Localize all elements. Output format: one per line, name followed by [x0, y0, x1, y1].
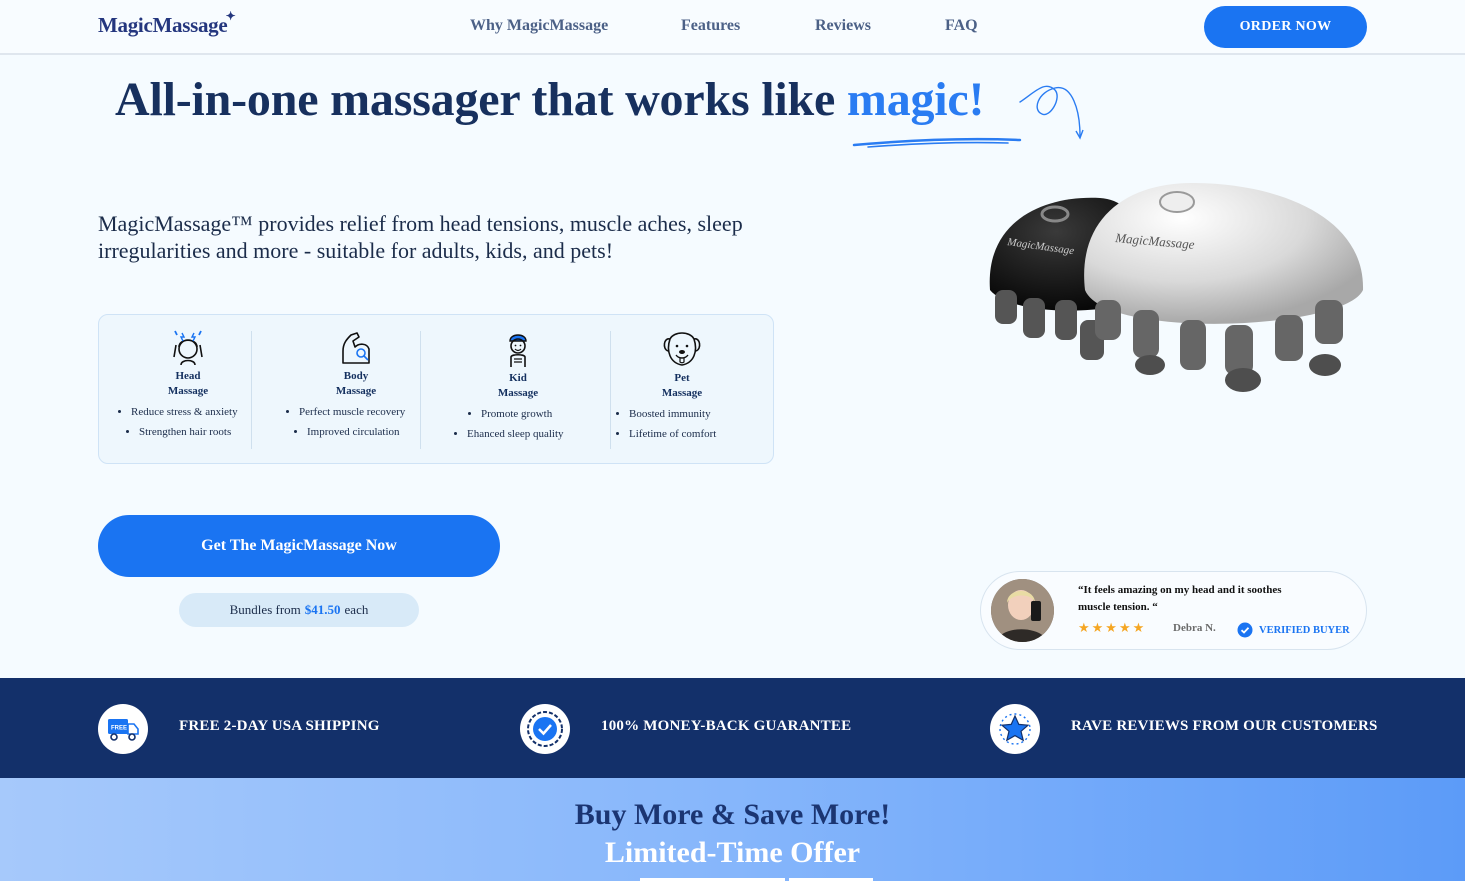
nav-why-magicmassage[interactable]: Why MagicMassage — [470, 17, 608, 35]
review-quote: “It feels amazing on my head and it soot… — [1078, 584, 1282, 613]
get-magicmassage-button[interactable]: Get The MagicMassage Now — [98, 515, 500, 577]
rating-stars-icon: ★★★★★ — [1078, 620, 1147, 635]
benefit-list: Reduce stress & anxiety Strengthen hair … — [113, 402, 263, 442]
massage-type-name: Kid Massage — [497, 372, 539, 399]
trust-text-guarantee: 100% MONEY-BACK GUARANTEE — [601, 718, 852, 734]
bundle-prefix: Bundles from — [229, 602, 301, 617]
massage-type-name: Body Massage — [335, 370, 377, 397]
verified-check-icon — [1237, 622, 1253, 638]
massage-type-name: Head Massage — [167, 370, 209, 397]
benefit-item: Promote growth — [481, 404, 593, 424]
trust-text-shipping: FREE 2-DAY USA SHIPPING — [179, 718, 380, 734]
reviewer-name: Debra N. — [1173, 622, 1216, 634]
benefit-item: Strengthen hair roots — [139, 422, 263, 442]
benefit-item: Perfect muscle recovery — [299, 402, 431, 422]
offer-heading: Buy More & Save More! — [574, 798, 891, 831]
dog-icon — [663, 332, 701, 366]
offer-subheading: Limited-Time Offer — [604, 836, 861, 869]
star-icon — [999, 713, 1031, 745]
benefit-item: Ehanced sleep quality — [467, 424, 593, 444]
massage-type-name: Pet Massage — [661, 372, 703, 399]
order-now-button[interactable]: ORDER NOW — [1204, 6, 1367, 48]
logo-text: MagicMassage — [98, 13, 228, 37]
massage-type-head: HeadMassage Reduce stress & anxiety Stre… — [113, 329, 263, 442]
head-massage-icon — [173, 330, 203, 366]
hero-title-main: All-in-one massager that works like — [115, 73, 847, 126]
trust-item-guarantee — [520, 704, 570, 754]
flexed-arm-icon — [342, 332, 370, 364]
massage-type-pet: PetMassage Boosted immunity Lifetime of … — [607, 329, 757, 444]
bundle-price: $41.50 — [304, 602, 341, 617]
benefit-list: Perfect muscle recovery Improved circula… — [281, 402, 431, 442]
avatar — [991, 579, 1054, 642]
product-image: MagicMassage MagicMassage — [989, 182, 1364, 392]
review-card: “It feels amazing on my head and it soot… — [980, 571, 1367, 650]
trust-bar: FREE FREE 2-DAY USA SHIPPING 100% MONEY-… — [0, 678, 1465, 778]
svg-text:FREE: FREE — [111, 726, 127, 732]
nav-faq[interactable]: FAQ — [945, 17, 978, 35]
site-header: MagicMassage ✦ Why MagicMassage Features … — [0, 0, 1465, 55]
trust-text-reviews: RAVE REVIEWS FROM OUR CUSTOMERS — [1071, 718, 1378, 734]
massage-type-kid: KidMassage Promote growth Ehanced sleep … — [443, 329, 593, 444]
verified-buyer-badge: VERIFIED BUYER — [1237, 622, 1350, 638]
kid-icon — [509, 334, 527, 367]
guarantee-badge-icon — [527, 711, 563, 747]
offer-banner: Buy More & Save More! Limited-Time Offer — [0, 778, 1465, 881]
bundle-suffix: each — [344, 602, 369, 617]
divider — [420, 331, 421, 449]
nav-features[interactable]: Features — [681, 17, 740, 35]
logo-sparkle-icon: ✦ — [225, 9, 236, 23]
logo[interactable]: MagicMassage ✦ — [98, 9, 236, 38]
benefit-item: Boosted immunity — [629, 404, 757, 424]
trust-item-reviews — [990, 704, 1040, 754]
benefit-list: Promote growth Ehanced sleep quality — [443, 404, 593, 444]
benefit-list: Boosted immunity Lifetime of comfort — [607, 404, 757, 444]
benefit-item: Lifetime of comfort — [629, 424, 757, 444]
underline-swirl-icon — [852, 85, 1084, 148]
divider — [251, 331, 252, 449]
benefit-item: Improved circulation — [307, 422, 431, 442]
massage-type-body: BodyMassage Perfect muscle recovery Impr… — [281, 329, 431, 442]
nav-reviews[interactable]: Reviews — [815, 17, 871, 35]
hero-subtitle: MagicMassage™ provides relief from head … — [98, 211, 743, 263]
trust-item-shipping: FREE — [98, 704, 148, 754]
bundle-price-pill: Bundles from $41.50 each — [179, 593, 419, 627]
benefit-item: Reduce stress & anxiety — [131, 402, 263, 422]
free-shipping-truck-icon: FREE — [108, 719, 139, 741]
massage-types-card: HeadMassage Reduce stress & anxiety Stre… — [98, 314, 774, 464]
